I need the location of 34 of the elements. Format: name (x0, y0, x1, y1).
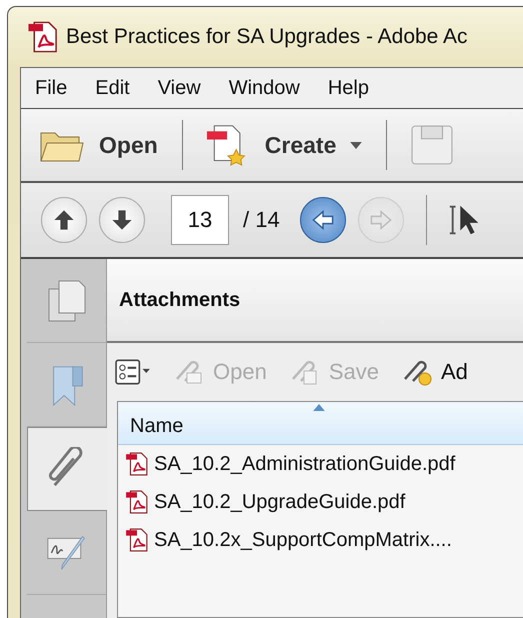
next-page-button[interactable] (99, 197, 145, 243)
menu-item[interactable]: Edit (95, 76, 130, 100)
list-options-icon (115, 359, 151, 385)
caret-icon (350, 142, 362, 148)
up-arrow-icon (52, 208, 76, 232)
menu-item[interactable]: Help (328, 76, 369, 100)
options-button[interactable] (115, 359, 151, 385)
left-arrow-icon (310, 208, 335, 232)
open-button[interactable]: Open (39, 124, 172, 166)
window-title: Best Practices for SA Upgrades - Adobe Ac (66, 25, 468, 49)
save-button[interactable] (409, 124, 456, 166)
attachment-item[interactable]: SA_10.2_AdministrationGuide.pdf (118, 445, 523, 483)
back-button[interactable] (300, 197, 346, 243)
page-number-field[interactable]: 13 (171, 195, 229, 245)
right-arrow-icon (368, 208, 393, 232)
attachment-item[interactable]: SA_10.2_UpgradeGuide.pdf (118, 483, 523, 521)
pdf-file-icon (126, 452, 148, 476)
menu-item[interactable]: Window (228, 76, 300, 100)
name-column-header[interactable]: Name (118, 402, 523, 444)
previous-page-button[interactable] (41, 197, 87, 243)
create-button[interactable]: Create (204, 124, 376, 166)
add-attachment-button[interactable]: Ad (400, 357, 468, 387)
attachments-tab[interactable] (27, 427, 107, 511)
pdf-file-icon (126, 528, 148, 552)
pages-icon (46, 278, 88, 322)
page-count: / 14 (243, 207, 280, 233)
pdf-file-icon (28, 21, 58, 53)
attachment-item[interactable]: SA_10.2x_SupportCompMatrix.... (118, 521, 523, 559)
panel-title: Attachments (119, 288, 240, 312)
down-arrow-icon (110, 208, 134, 232)
menu-item[interactable]: View (158, 76, 201, 100)
sort-ascending-icon (313, 404, 325, 411)
pdf-file-icon (126, 490, 148, 514)
menu-item[interactable]: File (35, 76, 68, 100)
